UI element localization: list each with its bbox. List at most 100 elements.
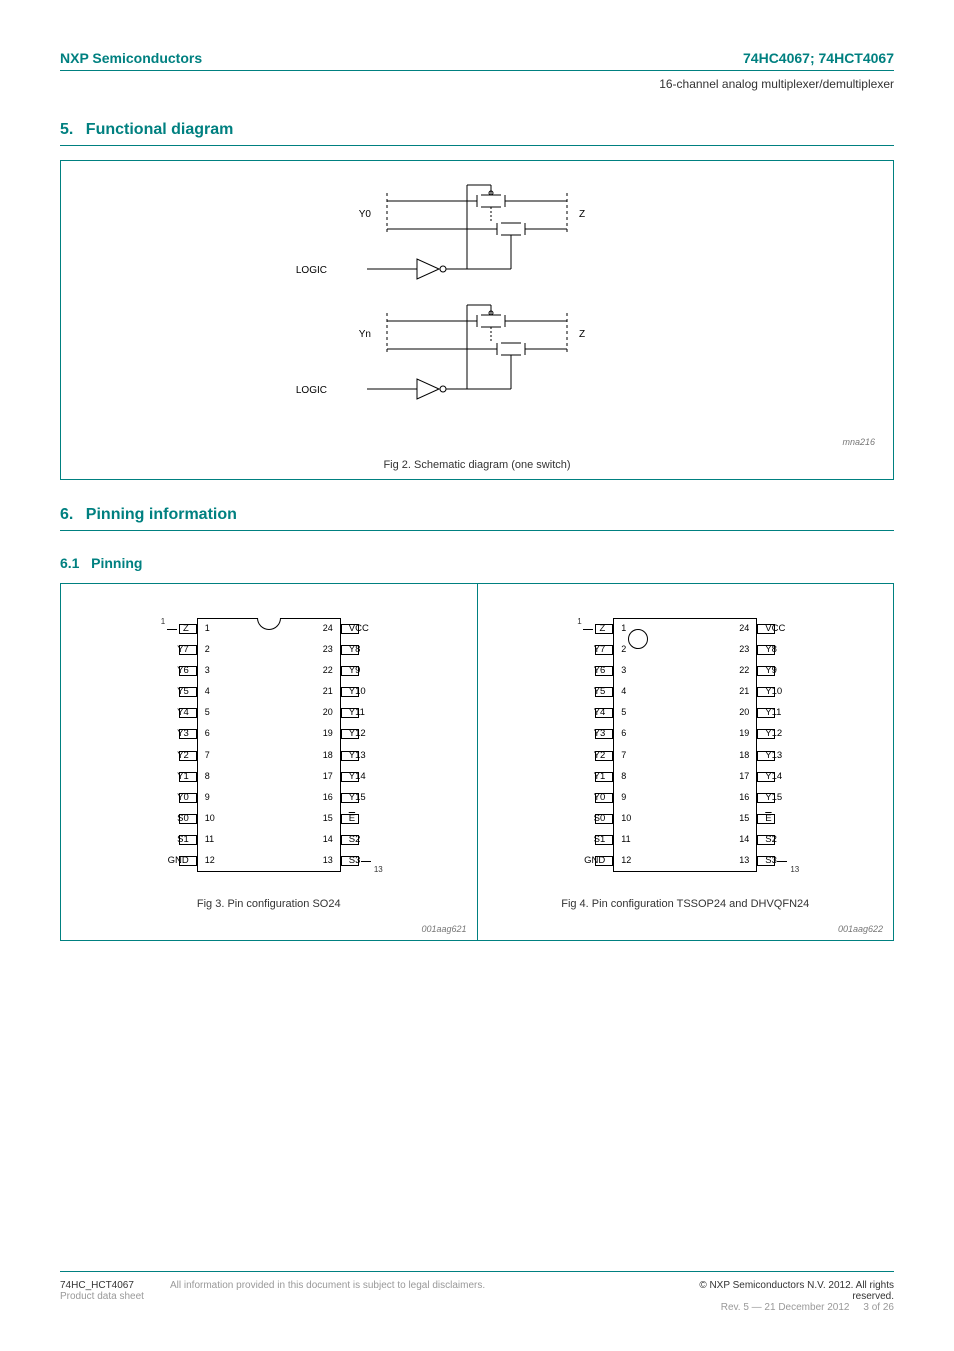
pin-number: 5 bbox=[205, 707, 210, 717]
pin-1-marker: 1 bbox=[577, 617, 581, 626]
pin-number: 18 bbox=[739, 750, 749, 760]
pin-number: 1 bbox=[621, 623, 626, 633]
pin-label: Y8 bbox=[765, 644, 825, 655]
pin-label: Y9 bbox=[349, 665, 409, 676]
pin-number: 11 bbox=[621, 834, 630, 844]
pin-label: VCC bbox=[349, 623, 409, 634]
pin-number: 16 bbox=[739, 792, 749, 802]
figure-2-label: Fig 2. bbox=[383, 459, 411, 471]
functional-diagram-svg: Y0 Z LOGIC Yn Z LOGIC bbox=[267, 173, 687, 433]
pin-package-tssop: 124ZVCC223Y7Y8322Y6Y9421Y5Y10520Y4Y11619… bbox=[555, 600, 815, 890]
pin-label: GND bbox=[545, 855, 605, 866]
pin-label: Y1 bbox=[129, 771, 189, 782]
pin-number: 9 bbox=[621, 792, 626, 802]
pin-number: 20 bbox=[323, 707, 333, 717]
pin-13-marker: 13 bbox=[374, 865, 383, 874]
figure-2-caption: Fig 2. Schematic diagram (one switch) bbox=[61, 459, 893, 471]
pin-number: 4 bbox=[205, 686, 210, 696]
section-6-title: Pinning information bbox=[86, 506, 237, 523]
footer-rev: Rev. 5 — 21 December 2012 bbox=[721, 1302, 850, 1313]
pin-label: Y6 bbox=[129, 665, 189, 676]
footer-copyright: © NXP Semiconductors N.V. 2012. All righ… bbox=[674, 1280, 894, 1302]
pin-number: 19 bbox=[739, 728, 749, 738]
pin-label: Y6 bbox=[545, 665, 605, 676]
pin-label: E bbox=[765, 813, 825, 824]
pin-number: 18 bbox=[323, 750, 333, 760]
pin-label: VCC bbox=[765, 623, 825, 634]
header-product: 74HC4067; 74HCT4067 bbox=[743, 50, 894, 66]
pin-13-tick bbox=[361, 861, 371, 862]
figure-2-tag: mna216 bbox=[842, 437, 875, 447]
pin-number: 7 bbox=[621, 750, 626, 760]
label-z-bottom: Z bbox=[579, 329, 585, 340]
pin-label: Y10 bbox=[349, 686, 409, 697]
pin-label: Z bbox=[545, 623, 605, 634]
pin-number: 16 bbox=[323, 792, 333, 802]
pin-number: 12 bbox=[621, 855, 631, 865]
pin-number: 2 bbox=[205, 644, 210, 654]
subsection-6-1-number: 6.1 bbox=[60, 555, 79, 571]
pin-label: S2 bbox=[765, 834, 825, 845]
pin-number: 10 bbox=[621, 813, 631, 823]
header-company: NXP Semiconductors bbox=[60, 50, 202, 66]
pin-number: 6 bbox=[205, 728, 210, 738]
pin-label: S1 bbox=[545, 834, 605, 845]
figure-3-tag: 001aag621 bbox=[421, 924, 466, 934]
figure-3-label: Fig 3. bbox=[197, 898, 225, 910]
pin-number: 23 bbox=[323, 644, 333, 654]
pin-package-so24: 124ZVCC223Y7Y8322Y6Y9421Y5Y10520Y4Y11619… bbox=[139, 600, 399, 890]
pin-label: Y13 bbox=[765, 750, 825, 761]
pin-number: 7 bbox=[205, 750, 210, 760]
pin-label: Y11 bbox=[765, 707, 825, 718]
section-5-title: Functional diagram bbox=[86, 121, 234, 138]
pin-number: 13 bbox=[739, 855, 749, 865]
pin-label: Y7 bbox=[545, 644, 605, 655]
page-container: NXP Semiconductors 74HC4067; 74HCT4067 1… bbox=[0, 0, 954, 971]
pin-number: 17 bbox=[739, 771, 749, 781]
section-6-heading: 6. Pinning information bbox=[60, 506, 894, 531]
pin-number: 19 bbox=[323, 728, 333, 738]
pin-number: 5 bbox=[621, 707, 626, 717]
pin-number: 21 bbox=[323, 686, 333, 696]
pin-number: 3 bbox=[621, 665, 626, 675]
pin-number: 23 bbox=[739, 644, 749, 654]
pin-number: 12 bbox=[205, 855, 215, 865]
pin-label: E bbox=[349, 813, 409, 824]
pin-label: Y5 bbox=[129, 686, 189, 697]
pin-number: 21 bbox=[739, 686, 749, 696]
pin-number: 20 bbox=[739, 707, 749, 717]
label-logic-top: LOGIC bbox=[296, 265, 327, 276]
pin-number: 14 bbox=[739, 834, 749, 844]
pin-number: 6 bbox=[621, 728, 626, 738]
header-subtitle: 16-channel analog multiplexer/demultiple… bbox=[60, 77, 894, 91]
pin-label: S0 bbox=[545, 813, 605, 824]
footer-rev-page: Rev. 5 — 21 December 2012 3 of 26 bbox=[674, 1302, 894, 1313]
pin-number: 22 bbox=[739, 665, 749, 675]
pin-number: 13 bbox=[323, 855, 333, 865]
chip-body-so24 bbox=[197, 618, 341, 872]
figure-4-box: 124ZVCC223Y7Y8322Y6Y9421Y5Y10520Y4Y11619… bbox=[478, 583, 895, 941]
pin-number: 14 bbox=[323, 834, 333, 844]
figure-4-caption-text: Pin configuration TSSOP24 and DHVQFN24 bbox=[592, 898, 809, 910]
figure-4-label: Fig 4. bbox=[561, 898, 589, 910]
pin-number: 4 bbox=[621, 686, 626, 696]
pin-label: Y14 bbox=[765, 771, 825, 782]
pin-label: Y15 bbox=[349, 792, 409, 803]
pin-label: Y3 bbox=[129, 728, 189, 739]
pin-label: Y5 bbox=[545, 686, 605, 697]
pin-label: Y8 bbox=[349, 644, 409, 655]
footer-ds-line: Product data sheet bbox=[60, 1291, 170, 1302]
page-header: NXP Semiconductors 74HC4067; 74HCT4067 bbox=[60, 50, 894, 71]
chip-body-tssop bbox=[613, 618, 757, 872]
pin-label: Y2 bbox=[545, 750, 605, 761]
pin-label: Y12 bbox=[349, 728, 409, 739]
pin-1-tick bbox=[167, 629, 177, 630]
subsection-6-1-heading: 6.1 Pinning bbox=[60, 555, 894, 571]
pin-number: 10 bbox=[205, 813, 215, 823]
pin-number: 15 bbox=[323, 813, 333, 823]
footer-doc-id: 74HC_HCT4067 bbox=[60, 1280, 170, 1291]
footer-right: © NXP Semiconductors N.V. 2012. All righ… bbox=[674, 1280, 894, 1313]
pin-figures-row: 124ZVCC223Y7Y8322Y6Y9421Y5Y10520Y4Y11619… bbox=[60, 583, 894, 941]
pin-label: Y10 bbox=[765, 686, 825, 697]
figure-3-caption: Fig 3. Pin configuration SO24 bbox=[61, 898, 477, 910]
